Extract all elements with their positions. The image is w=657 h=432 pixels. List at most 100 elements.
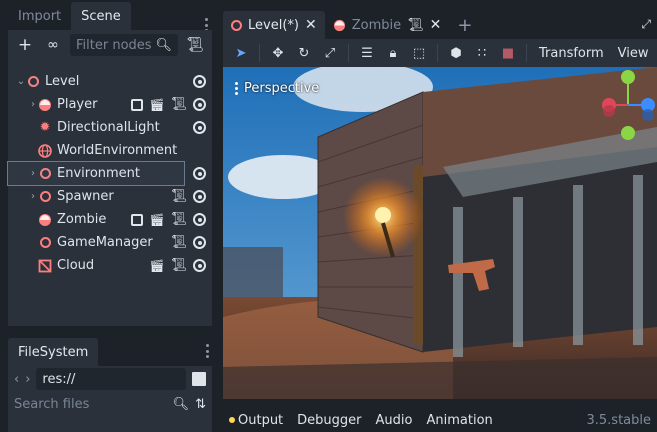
version-label: 3.5.stable <box>586 412 651 428</box>
tree-item-gamemanager[interactable]: GameManager 📜︎ <box>8 231 212 254</box>
group-icon[interactable]: ⬚ <box>407 42 431 64</box>
tree-item-environment[interactable]: › Environment <box>7 161 206 186</box>
clapper-icon[interactable]: 🎬︎ <box>149 213 164 227</box>
path-row: ‹ › res:// <box>8 366 212 392</box>
select-tool-icon[interactable]: ➤ <box>229 42 253 64</box>
filter-nodes-placeholder: Filter nodes <box>76 37 152 53</box>
instance-icon <box>38 98 52 112</box>
tab-animation[interactable]: Animation <box>426 413 492 428</box>
instance-icon <box>333 19 345 31</box>
visibility-eye-icon[interactable] <box>193 190 206 203</box>
tree-item-player[interactable]: › Player 🎬︎ 📜︎ <box>8 93 212 116</box>
tree-item-level[interactable]: ⌄ Level <box>8 70 212 93</box>
light-icon: ✹ <box>39 120 51 135</box>
list-select-icon[interactable]: ☰ <box>355 42 379 64</box>
tab-filesystem[interactable]: FileSystem <box>8 338 99 366</box>
node3d-icon <box>38 167 52 181</box>
lock-icon[interactable]: 🔒︎ <box>381 42 405 64</box>
tree-item-worldenvironment[interactable]: WorldEnvironment <box>8 139 212 162</box>
tab-audio[interactable]: Audio <box>376 413 413 428</box>
search-files-row[interactable]: Search files 🔍︎ ⇅ <box>8 392 212 416</box>
bottom-panel-tabs: Output Debugger Audio Animation 3.5.stab… <box>223 408 657 432</box>
output-indicator-icon <box>229 417 235 423</box>
viewport-toolbar: ➤ ✥ ↻ ⤢ ☰ 🔒︎ ⬚ ⬢ ∷ ■ Transform View <box>223 39 657 67</box>
perspective-menu[interactable]: Perspective <box>235 81 319 96</box>
tab-level[interactable]: Level(*) ✕ <box>223 11 325 39</box>
open-scene-icon[interactable] <box>131 213 144 226</box>
script-icon[interactable]: 📜︎ <box>170 235 187 250</box>
clapper-icon[interactable]: 🎬︎ <box>149 98 164 112</box>
script-icon[interactable]: 📜︎ <box>170 97 187 112</box>
tab-zombie[interactable]: Zombie 📜︎ ✕ <box>325 11 450 39</box>
script-icon[interactable]: 📜︎ <box>170 258 187 273</box>
tree-item-label: Level <box>45 74 80 89</box>
back-arrow-icon[interactable]: ‹ <box>14 372 19 387</box>
transform-menu[interactable]: Transform <box>533 46 610 61</box>
local-space-icon[interactable]: ⬢ <box>444 42 468 64</box>
camera-icon[interactable]: ■ <box>496 42 520 64</box>
scene-tabs: Level(*) ✕ Zombie 📜︎ ✕ + ⤢ <box>223 11 657 39</box>
script-icon[interactable]: 📜︎ <box>170 212 187 227</box>
filter-nodes-input[interactable]: Filter nodes 🔍︎ <box>70 34 178 56</box>
script-icon: 📜︎ <box>407 17 424 33</box>
globe-icon <box>38 143 52 158</box>
tree-item-label: Zombie <box>57 212 107 227</box>
tree-item-cloud[interactable]: Cloud 🎬︎ 📜︎ <box>8 254 212 277</box>
search-files-placeholder: Search files <box>14 396 90 412</box>
visibility-eye-icon[interactable] <box>193 259 206 272</box>
tree-item-zombie[interactable]: Zombie 🎬︎ 📜︎ <box>8 208 212 231</box>
script-icon[interactable]: 📜︎ <box>170 189 187 204</box>
link-icon[interactable]: ∞ <box>42 34 64 56</box>
expand-arrow-icon[interactable]: › <box>28 191 38 202</box>
tab-output[interactable]: Output <box>229 413 283 428</box>
tree-item-spawner[interactable]: › Spawner 📜︎ <box>8 185 212 208</box>
scale-tool-icon[interactable]: ⤢ <box>318 42 342 64</box>
menu-dots-icon <box>235 82 238 95</box>
visibility-eye-icon[interactable] <box>193 167 206 180</box>
search-icon: 🔍︎ <box>155 37 172 53</box>
visibility-eye-icon[interactable] <box>193 213 206 226</box>
tab-debugger[interactable]: Debugger <box>297 413 361 428</box>
move-tool-icon[interactable]: ✥ <box>266 42 290 64</box>
tree-item-label: GameManager <box>57 235 153 250</box>
visibility-eye-icon[interactable] <box>193 236 206 249</box>
visibility-eye-icon[interactable] <box>193 121 206 134</box>
tree-item-label: DirectionalLight <box>57 120 160 135</box>
mesh-icon <box>38 259 52 273</box>
expand-arrow-icon[interactable]: › <box>28 99 38 110</box>
editor-main: Level(*) ✕ Zombie 📜︎ ✕ + ⤢ ➤ ✥ ↻ ⤢ ☰ 🔒︎ … <box>215 0 657 432</box>
path-input[interactable]: res:// <box>36 368 186 390</box>
fullscreen-icon[interactable]: ⤢ <box>641 17 651 32</box>
tab-scene[interactable]: Scene <box>71 2 131 30</box>
tab-import[interactable]: Import <box>8 2 71 30</box>
expand-arrow-icon[interactable]: › <box>28 168 38 179</box>
split-view-icon[interactable] <box>192 372 206 386</box>
script-add-icon[interactable]: 📜︎ <box>184 34 206 56</box>
close-icon[interactable]: ✕ <box>305 17 317 33</box>
open-scene-icon[interactable] <box>131 98 144 111</box>
clapper-icon[interactable]: 🎬︎ <box>149 259 164 273</box>
left-dock: Import Scene + ∞ Filter nodes 🔍︎ 📜︎ ⌄ Le… <box>0 0 215 432</box>
collapse-arrow-icon[interactable]: ⌄ <box>16 76 26 87</box>
search-icon: 🔍︎ <box>172 396 190 412</box>
tree-item-label: Player <box>57 97 98 112</box>
visibility-eye-icon[interactable] <box>193 98 206 111</box>
close-icon[interactable]: ✕ <box>430 17 442 33</box>
filesystem-body: ‹ › res:// Search files 🔍︎ ⇅ <box>8 366 212 432</box>
visibility-eye-icon[interactable] <box>193 75 206 88</box>
tab-label: Zombie <box>351 17 402 33</box>
sort-icon[interactable]: ⇅ <box>195 397 206 412</box>
view-menu[interactable]: View <box>612 46 655 61</box>
instance-icon <box>38 213 52 227</box>
new-tab-button[interactable]: + <box>449 11 480 39</box>
forward-arrow-icon[interactable]: › <box>25 372 30 387</box>
3d-viewport[interactable]: Perspective <box>223 67 657 399</box>
tree-item-label: Spawner <box>57 189 114 204</box>
snap-icon[interactable]: ∷ <box>470 42 494 64</box>
dock-menu-icon[interactable] <box>206 344 210 358</box>
add-node-icon[interactable]: + <box>14 34 36 56</box>
tree-item-directionallight[interactable]: ✹ DirectionalLight <box>8 116 212 139</box>
node3d-icon <box>38 190 52 204</box>
rotate-tool-icon[interactable]: ↻ <box>292 42 316 64</box>
tree-item-label: WorldEnvironment <box>57 143 178 158</box>
